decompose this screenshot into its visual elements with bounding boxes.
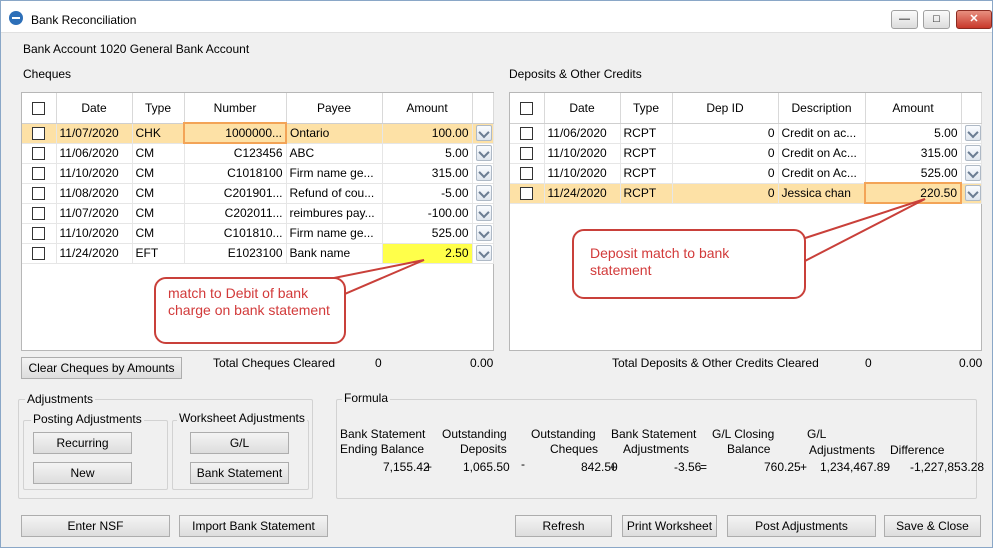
import-bank-statement-button[interactable]: Import Bank Statement bbox=[179, 515, 328, 537]
gl-adjustment-button[interactable]: G/L bbox=[190, 432, 289, 454]
formula-value-gl-adjustments: 1,234,467.89 bbox=[820, 460, 891, 474]
formula-label-line2: Cheques bbox=[550, 442, 599, 456]
deposit-callout-pointer bbox=[794, 198, 926, 265]
bank-reconciliation-window: Bank Reconciliation — □ ✕ Bank Account 1… bbox=[0, 0, 993, 548]
formula-label-line1: Bank Statement bbox=[611, 427, 697, 441]
adjustments-group-label: Adjustments bbox=[25, 392, 96, 406]
formula-label-line1: G/L bbox=[807, 427, 827, 441]
new-adjustment-button[interactable]: New bbox=[33, 462, 132, 484]
formula-label-line2: Adjustments bbox=[623, 442, 690, 456]
formula-operator: = bbox=[700, 460, 708, 474]
formula-operator: + bbox=[610, 460, 618, 474]
posting-adjustments-label: Posting Adjustments bbox=[31, 412, 144, 426]
formula-label-line1: Outstanding bbox=[442, 427, 507, 441]
recurring-button[interactable]: Recurring bbox=[33, 432, 132, 454]
formula-label-line2: Balance bbox=[727, 442, 771, 456]
worksheet-adjustments-label: Worksheet Adjustments bbox=[177, 411, 307, 425]
formula-value-difference: -1,227,853.28 bbox=[910, 460, 985, 474]
formula-group-label: Formula bbox=[342, 391, 391, 405]
formula-label-line1: G/L Closing bbox=[712, 427, 775, 441]
cheque-match-callout: match to Debit of bank charge on bank st… bbox=[154, 277, 346, 344]
formula-label-line2: Ending Balance bbox=[340, 442, 425, 456]
formula-label-line2: Adjustments bbox=[809, 443, 876, 457]
formula-value-bank-adjustments: -3.56 bbox=[674, 460, 702, 474]
formula-operator: + bbox=[425, 460, 433, 474]
deposit-match-callout: Deposit match to bank statement bbox=[572, 229, 806, 299]
enter-nsf-button[interactable]: Enter NSF bbox=[21, 515, 170, 537]
bank-statement-adjustment-button[interactable]: Bank Statement bbox=[190, 462, 289, 484]
formula-label-difference: Difference bbox=[890, 443, 945, 457]
print-worksheet-button[interactable]: Print Worksheet bbox=[622, 515, 717, 537]
refresh-button[interactable]: Refresh bbox=[515, 515, 612, 537]
formula-label-line1: Bank Statement bbox=[340, 427, 426, 441]
formula-value-outstanding-deposits: 1,065.50 bbox=[463, 460, 510, 474]
formula-value-gl-closing: 760.25 bbox=[764, 460, 801, 474]
formula-label-line1: Outstanding bbox=[531, 427, 596, 441]
formula-value-bank-statement: 7,155.42 bbox=[383, 460, 430, 474]
save-and-close-button[interactable]: Save & Close bbox=[884, 515, 981, 537]
post-adjustments-button[interactable]: Post Adjustments bbox=[727, 515, 876, 537]
formula-label-line2: Deposits bbox=[460, 442, 507, 456]
formula-operator: - bbox=[521, 457, 525, 471]
formula-operator: + bbox=[800, 460, 808, 474]
